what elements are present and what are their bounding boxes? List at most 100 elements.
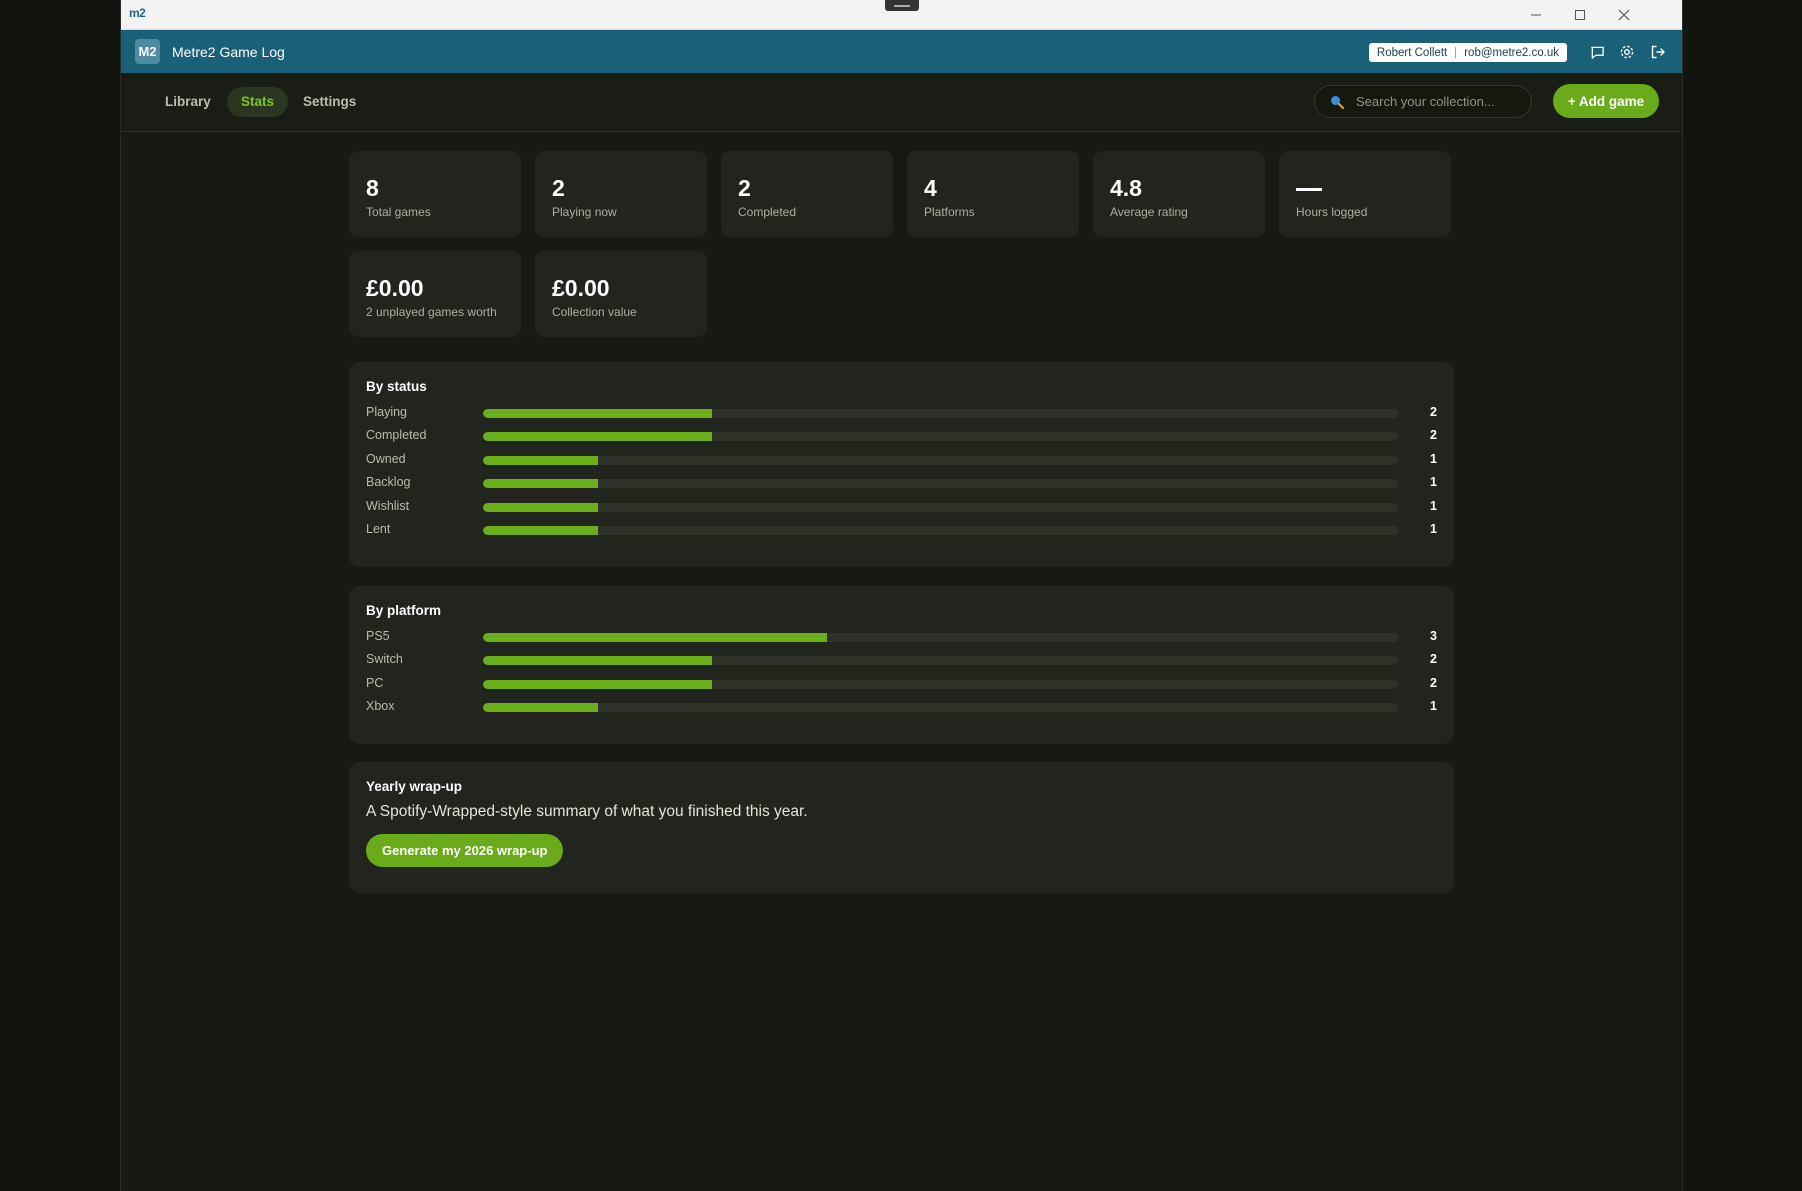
minimize-button[interactable] xyxy=(1514,0,1558,29)
bar-count: 1 xyxy=(1430,498,1437,513)
drag-handle[interactable] xyxy=(885,0,919,11)
platform-bars: PS5 3 Switch 2 PC 2 Xbox 1 xyxy=(366,627,1437,721)
logout-icon[interactable] xyxy=(1648,42,1668,62)
bar-label: PC xyxy=(366,675,384,690)
bar-row: PS5 3 xyxy=(366,627,1437,650)
stat-label: 2 unplayed games worth xyxy=(366,305,497,319)
bar-count: 3 xyxy=(1430,629,1437,643)
stat-label: Platforms xyxy=(924,205,975,219)
by-platform-panel: By platform PS5 3 Switch 2 PC 2 Xbox 1 xyxy=(349,586,1454,744)
bar-fill xyxy=(483,679,712,689)
bar-fill xyxy=(483,703,598,713)
bar-row: Switch 2 xyxy=(366,650,1437,673)
stat-cards: 8 Total games 2 Playing now 2 Completed … xyxy=(349,151,1454,341)
close-icon xyxy=(1618,9,1630,20)
search-box[interactable] xyxy=(1314,85,1532,118)
wrapup-description: A Spotify-Wrapped-style summary of what … xyxy=(366,803,808,820)
tab-stats[interactable]: Stats xyxy=(227,87,289,117)
bar-track xyxy=(483,679,1399,689)
bar-label: PS5 xyxy=(366,629,390,643)
bar-label: Owned xyxy=(366,451,406,466)
bar-row: Lent 1 xyxy=(366,520,1437,543)
bar-fill xyxy=(483,432,712,442)
bar-count: 2 xyxy=(1430,405,1437,419)
search-icon xyxy=(1329,94,1345,110)
user-email: rob@metre2.co.uk xyxy=(1464,46,1559,59)
stat-value: 2 xyxy=(738,175,751,201)
stat-card-platforms: 4 Platforms xyxy=(907,151,1079,237)
bar-count: 1 xyxy=(1430,451,1437,466)
bar-row: Completed 2 xyxy=(366,426,1437,449)
user-chip[interactable]: Robert Collett rob@metre2.co.uk xyxy=(1368,43,1567,62)
stat-label: Playing now xyxy=(552,205,617,219)
generate-wrapup-button[interactable]: Generate my 2026 wrap-up xyxy=(366,834,564,867)
bar-track xyxy=(483,409,1399,418)
stat-label: Collection value xyxy=(552,305,637,319)
wrapup-panel: Yearly wrap-up A Spotify-Wrapped-style s… xyxy=(349,762,1454,893)
user-name: Robert Collett xyxy=(1376,46,1448,59)
add-game-button[interactable]: + Add game xyxy=(1553,84,1659,118)
bar-track xyxy=(483,656,1399,666)
stat-label: Completed xyxy=(738,205,797,219)
bar-count: 2 xyxy=(1430,675,1437,690)
title-bar: m2 xyxy=(121,0,1682,30)
bar-fill xyxy=(483,409,712,418)
bar-row: Xbox 1 xyxy=(366,697,1437,720)
bar-fill xyxy=(483,656,712,666)
bar-fill xyxy=(483,479,598,489)
bar-count: 1 xyxy=(1430,699,1437,714)
bar-label: Wishlist xyxy=(366,498,410,513)
bar-track xyxy=(483,703,1399,713)
stat-value: £0.00 xyxy=(552,275,610,301)
stat-card-average-rating: 4.8 Average rating xyxy=(1093,151,1265,237)
bar-row: Backlog 1 xyxy=(366,473,1437,496)
stat-value: 4.8 xyxy=(1110,175,1142,201)
bar-track xyxy=(483,525,1399,535)
divider xyxy=(1455,47,1457,58)
app-logo: m2 xyxy=(129,6,146,20)
stat-value: 8 xyxy=(366,175,379,201)
maximize-button[interactable] xyxy=(1558,0,1602,29)
stat-card-collection-value: £0.00 Collection value xyxy=(535,251,707,337)
bar-fill xyxy=(483,633,827,642)
stat-card-playing-now: 2 Playing now xyxy=(535,151,707,237)
tab-library[interactable]: Library xyxy=(151,87,225,117)
bar-count: 1 xyxy=(1430,521,1437,536)
bar-track xyxy=(483,502,1399,512)
stat-card-completed: 2 Completed xyxy=(721,151,893,237)
bar-label: Xbox xyxy=(366,699,395,714)
close-button[interactable] xyxy=(1602,0,1646,29)
bar-row: PC 2 xyxy=(366,674,1437,697)
stats-content: 8 Total games 2 Playing now 2 Completed … xyxy=(349,151,1454,893)
tab-settings[interactable]: Settings xyxy=(289,87,370,117)
bar-label: Playing xyxy=(366,405,407,419)
bar-track xyxy=(483,432,1399,442)
by-status-panel: By status Playing 2 Completed 2 Owned 1 Backlo… xyxy=(349,362,1454,567)
stat-card-hours-logged: Hours logged xyxy=(1279,151,1451,237)
bar-track xyxy=(483,633,1399,642)
app-window: m2 M2 Metre2 Game Log Robert Collett rob… xyxy=(121,0,1682,1191)
stat-value: 2 xyxy=(552,175,565,201)
minimize-icon xyxy=(1531,14,1541,15)
bar-fill xyxy=(483,525,598,535)
bar-label: Switch xyxy=(366,652,403,667)
bar-row: Wishlist 1 xyxy=(366,497,1437,520)
chat-icon[interactable] xyxy=(1587,42,1607,62)
bar-label: Backlog xyxy=(366,475,411,490)
stat-card-unplayed-worth: £0.00 2 unplayed games worth xyxy=(349,251,521,337)
bar-label: Lent xyxy=(366,521,391,536)
app-title: Metre2 Game Log xyxy=(172,43,285,60)
maximize-icon xyxy=(1575,9,1585,20)
app-header: M2 Metre2 Game Log Robert Collett rob@me… xyxy=(121,30,1682,73)
app-badge: M2 xyxy=(135,39,160,64)
bar-row: Playing 2 xyxy=(366,403,1437,426)
stat-value: £0.00 xyxy=(366,275,424,301)
panel-title: Yearly wrap-up xyxy=(366,779,463,794)
search-input[interactable] xyxy=(1354,93,1528,110)
stat-label: Average rating xyxy=(1110,205,1188,219)
gear-icon[interactable] xyxy=(1617,42,1637,62)
empty-value-dash xyxy=(1296,188,1322,191)
bar-fill xyxy=(483,455,598,465)
bar-row: Owned 1 xyxy=(366,450,1437,473)
bar-fill xyxy=(483,502,598,512)
